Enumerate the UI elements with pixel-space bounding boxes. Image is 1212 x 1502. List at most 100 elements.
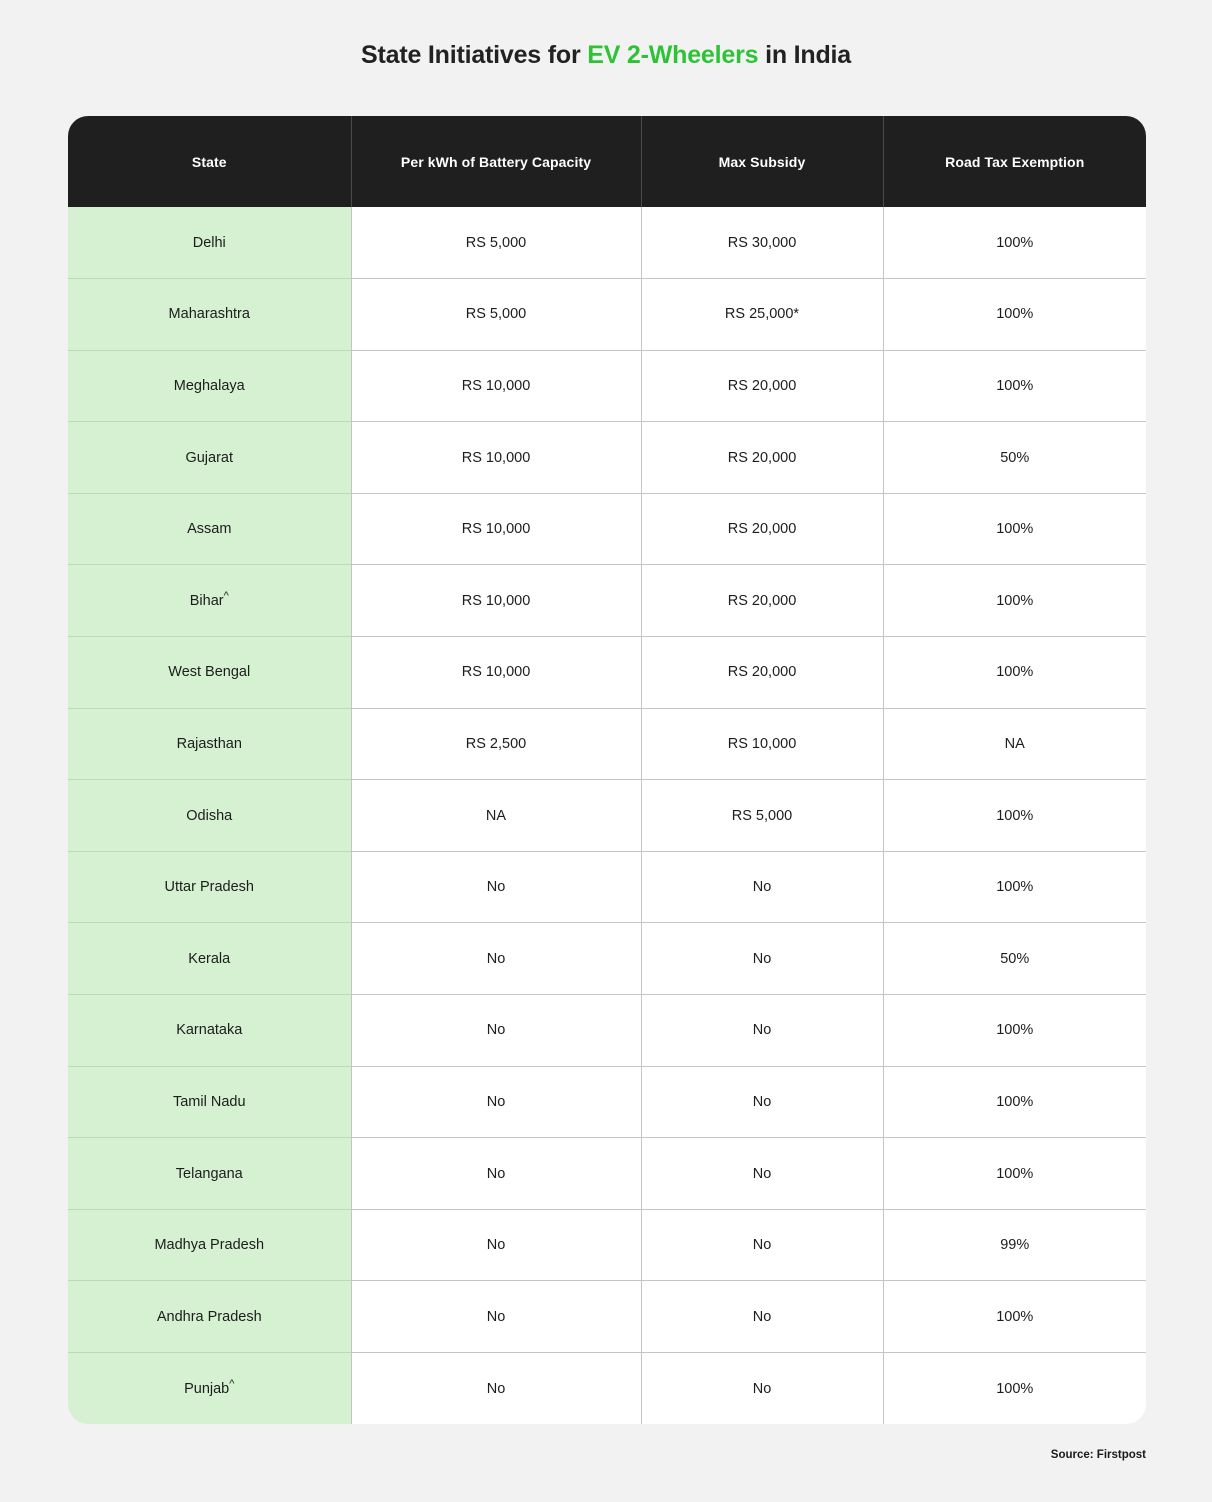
cell-max-subsidy: No [641,851,883,923]
state-footnote-marker: ^ [224,590,229,602]
cell-road-tax: 100% [883,1138,1146,1210]
table-row: KarnatakaNoNo100% [68,995,1146,1067]
table-row: MeghalayaRS 10,000RS 20,000100% [68,350,1146,422]
table-row: OdishaNARS 5,000100% [68,780,1146,852]
cell-per-kwh: No [351,1353,641,1425]
cell-road-tax: 100% [883,207,1146,279]
cell-per-kwh: RS 2,500 [351,708,641,780]
cell-state: Delhi [68,207,351,279]
cell-road-tax: 100% [883,1353,1146,1425]
cell-state: Tamil Nadu [68,1066,351,1138]
cell-per-kwh: No [351,851,641,923]
cell-road-tax: 100% [883,851,1146,923]
cell-max-subsidy: RS 25,000* [641,279,883,351]
cell-road-tax: 100% [883,780,1146,852]
cell-road-tax: 100% [883,493,1146,565]
cell-per-kwh: RS 5,000 [351,207,641,279]
table-row: Punjab^NoNo100% [68,1353,1146,1425]
cell-state: West Bengal [68,637,351,709]
cell-state: Gujarat [68,422,351,494]
cell-max-subsidy: No [641,1066,883,1138]
cell-max-subsidy: No [641,1353,883,1425]
state-initiatives-table-container: State Per kWh of Battery Capacity Max Su… [68,116,1146,1424]
cell-road-tax: 99% [883,1209,1146,1281]
cell-per-kwh: RS 10,000 [351,493,641,565]
cell-per-kwh: No [351,1066,641,1138]
cell-per-kwh: No [351,995,641,1067]
table-row: MaharashtraRS 5,000RS 25,000*100% [68,279,1146,351]
cell-state: Telangana [68,1138,351,1210]
cell-road-tax: NA [883,708,1146,780]
cell-max-subsidy: RS 20,000 [641,565,883,637]
column-header-per-kwh: Per kWh of Battery Capacity [351,116,641,207]
cell-state: Maharashtra [68,279,351,351]
cell-state: Assam [68,493,351,565]
page-title-prefix: State Initiatives for [361,41,587,69]
cell-per-kwh: RS 10,000 [351,350,641,422]
cell-max-subsidy: No [641,995,883,1067]
cell-max-subsidy: RS 5,000 [641,780,883,852]
cell-per-kwh: RS 10,000 [351,422,641,494]
cell-max-subsidy: RS 30,000 [641,207,883,279]
cell-state: Uttar Pradesh [68,851,351,923]
table-row: Madhya PradeshNoNo99% [68,1209,1146,1281]
infographic-page: State Initiatives for EV 2-Wheelers in I… [0,0,1212,1502]
cell-road-tax: 100% [883,1066,1146,1138]
cell-state: Madhya Pradesh [68,1209,351,1281]
cell-per-kwh: No [351,1209,641,1281]
table-header-row: State Per kWh of Battery Capacity Max Su… [68,116,1146,207]
column-header-state: State [68,116,351,207]
cell-state: Kerala [68,923,351,995]
cell-state: Rajasthan [68,708,351,780]
cell-max-subsidy: RS 20,000 [641,493,883,565]
cell-state: Bihar^ [68,565,351,637]
cell-road-tax: 100% [883,637,1146,709]
cell-max-subsidy: No [641,1281,883,1353]
table-row: West BengalRS 10,000RS 20,000100% [68,637,1146,709]
cell-road-tax: 100% [883,279,1146,351]
cell-state: Karnataka [68,995,351,1067]
cell-max-subsidy: No [641,1209,883,1281]
cell-per-kwh: No [351,1138,641,1210]
cell-max-subsidy: RS 20,000 [641,637,883,709]
cell-road-tax: 100% [883,565,1146,637]
table-row: TelanganaNoNo100% [68,1138,1146,1210]
cell-road-tax: 50% [883,923,1146,995]
table-row: RajasthanRS 2,500RS 10,000NA [68,708,1146,780]
table-row: Bihar^RS 10,000RS 20,000100% [68,565,1146,637]
table-row: GujaratRS 10,000RS 20,00050% [68,422,1146,494]
cell-per-kwh: RS 10,000 [351,637,641,709]
cell-per-kwh: RS 10,000 [351,565,641,637]
table-row: DelhiRS 5,000RS 30,000100% [68,207,1146,279]
cell-max-subsidy: RS 20,000 [641,350,883,422]
column-header-road-tax: Road Tax Exemption [883,116,1146,207]
table-row: KeralaNoNo50% [68,923,1146,995]
cell-state: Punjab^ [68,1353,351,1425]
table-header: State Per kWh of Battery Capacity Max Su… [68,116,1146,207]
cell-max-subsidy: RS 10,000 [641,708,883,780]
cell-state: Meghalaya [68,350,351,422]
state-initiatives-table: State Per kWh of Battery Capacity Max Su… [68,116,1146,1424]
cell-max-subsidy: RS 20,000 [641,422,883,494]
cell-road-tax: 50% [883,422,1146,494]
cell-state: Odisha [68,780,351,852]
cell-max-subsidy: No [641,1138,883,1210]
column-header-max-subsidy: Max Subsidy [641,116,883,207]
table-row: Andhra PradeshNoNo100% [68,1281,1146,1353]
cell-road-tax: 100% [883,350,1146,422]
page-title: State Initiatives for EV 2-Wheelers in I… [0,41,1212,70]
cell-road-tax: 100% [883,995,1146,1067]
table-body: DelhiRS 5,000RS 30,000100%MaharashtraRS … [68,207,1146,1424]
page-title-suffix: in India [758,41,851,69]
cell-max-subsidy: No [641,923,883,995]
table-row: Uttar PradeshNoNo100% [68,851,1146,923]
cell-per-kwh: RS 5,000 [351,279,641,351]
page-title-accent: EV 2-Wheelers [587,41,758,69]
cell-per-kwh: No [351,923,641,995]
cell-road-tax: 100% [883,1281,1146,1353]
source-note: Source: Firstpost [0,1449,1146,1461]
cell-state: Andhra Pradesh [68,1281,351,1353]
cell-per-kwh: No [351,1281,641,1353]
state-footnote-marker: ^ [229,1378,234,1390]
cell-per-kwh: NA [351,780,641,852]
